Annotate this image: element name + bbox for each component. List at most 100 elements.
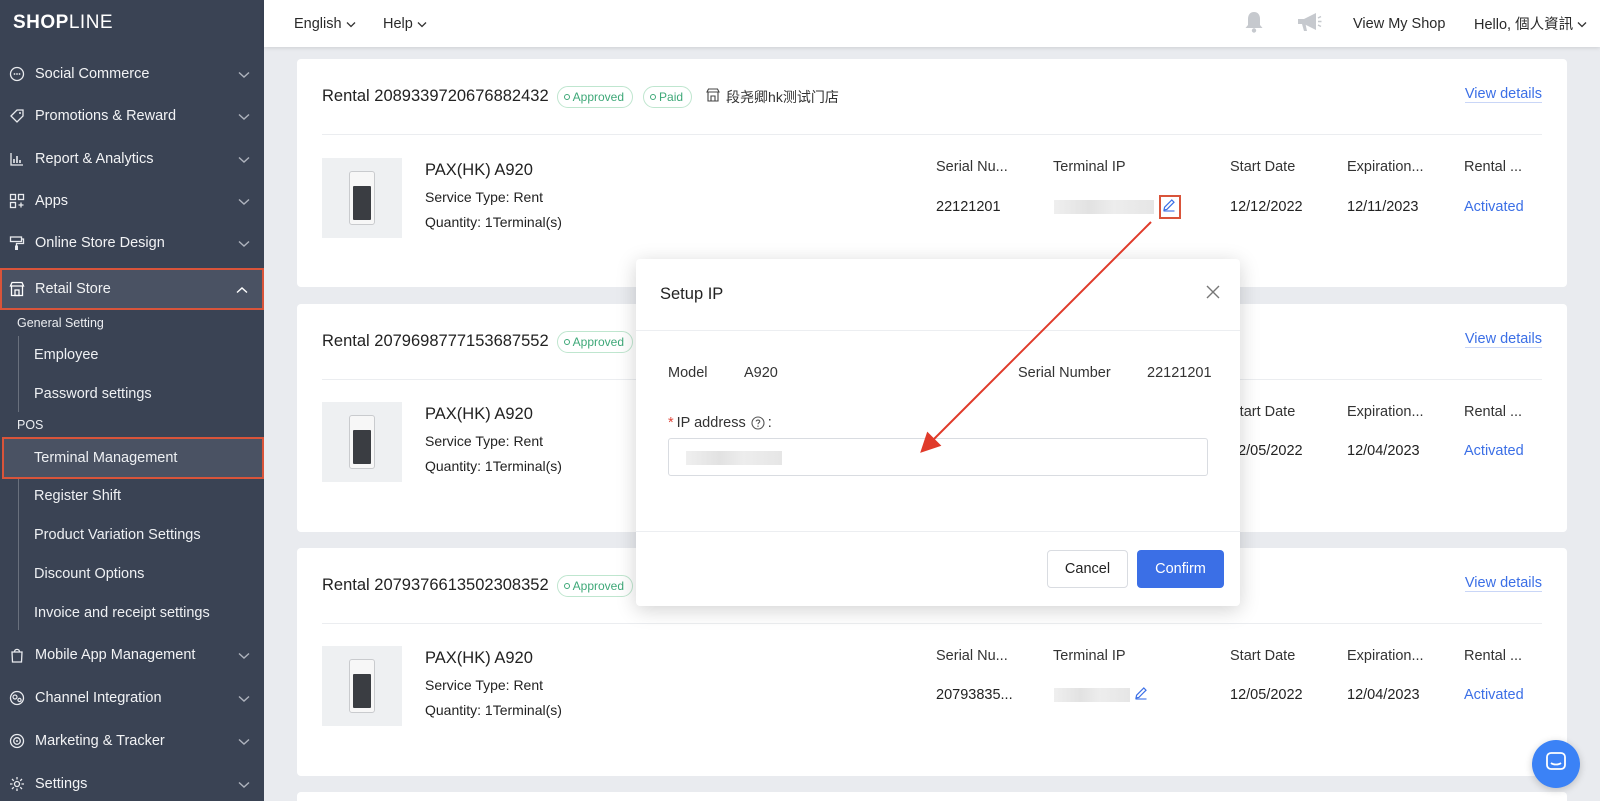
status-badge-approved: Approved [556,330,634,353]
sidebar-subitem-invoice-receipt[interactable]: Invoice and receipt settings [18,594,264,632]
logo-text-bold: SHOP [13,12,69,33]
sidebar-item-retail-store[interactable]: Retail Store [0,268,264,310]
product-info: PAX(HK) A920 Service Type: Rent Quantity… [425,405,562,483]
sidebar-item-apps[interactable]: Apps [0,180,264,222]
sidebar-subitem-password-settings[interactable]: Password settings [18,375,264,413]
column-header-serial: Serial Nu... [936,159,1008,175]
megaphone-icon [1296,11,1322,37]
chevron-down-icon [346,16,356,32]
column-header-expiration: Expiration... [1347,159,1424,175]
column-header-start-date: Start Date [1230,648,1296,664]
chevron-down-icon [238,691,250,707]
rental-card-header: Rental 2089339720676882432 Approved Paid… [322,59,1542,135]
view-details-link[interactable]: View details [1464,86,1542,103]
product-name: PAX(HK) A920 [425,405,533,423]
column-header-terminal-ip: Terminal IP [1053,648,1126,664]
column-header-expiration: Expiration... [1347,404,1424,420]
rental-status-value: Activated [1464,199,1524,215]
model-label: Model [668,365,708,381]
bell-icon [1242,10,1266,38]
sidebar-item-channel-integration[interactable]: Channel Integration [0,677,264,719]
rental-title: Rental 2089339720676882432 [322,87,549,105]
chat-icon [1545,751,1567,778]
user-menu-dropdown[interactable]: Hello, 個人資訊 [1474,13,1587,34]
sidebar-item-settings[interactable]: Settings [0,763,264,801]
required-asterisk: * [668,415,674,431]
product-image [322,402,402,482]
sidebar-subitem-discount-options[interactable]: Discount Options [18,555,264,593]
badge-label: Approved [572,578,625,593]
column-header-rental-status: Rental ... [1464,159,1523,175]
close-icon[interactable] [1206,285,1220,304]
sidebar-item-marketing-tracker[interactable]: Marketing & Tracker [0,720,264,762]
sidebar-subitem-register-shift[interactable]: Register Shift [18,477,264,515]
view-details-link[interactable]: View details [1464,575,1542,592]
chevron-down-icon [238,734,250,750]
serial-number-value: 22121201 [1147,365,1212,381]
badge-label: Approved [572,89,625,104]
sidebar-subitem-terminal-management[interactable]: Terminal Management [2,437,264,479]
cancel-button[interactable]: Cancel [1047,550,1128,588]
bar-chart-icon [8,150,26,168]
help-dropdown[interactable]: Help [383,16,427,32]
product-info: PAX(HK) A920 Service Type: Rent Quantity… [425,161,562,239]
chevron-down-icon [238,152,250,168]
top-bar: English Help View My Shop Hello, 個人資訊 [264,0,1600,47]
terminal-ip-masked [1054,200,1154,214]
mobile-bag-icon [8,646,26,664]
ip-address-input[interactable] [668,438,1208,476]
product-image [322,646,402,726]
product-info: PAX(HK) A920 Service Type: Rent Quantity… [425,649,562,727]
sidebar-item-report-analytics[interactable]: Report & Analytics [0,138,264,180]
help-circle-icon[interactable] [751,416,765,430]
view-my-shop-link[interactable]: View My Shop [1353,16,1445,32]
sidebar-item-online-store-design[interactable]: Online Store Design [0,222,264,264]
sidebar-item-label: Promotions & Reward [35,108,177,124]
chevron-down-icon [238,67,250,83]
serial-number-value: 20793835... [936,687,1013,703]
language-label: English [294,15,342,32]
terminal-ip-masked [1054,688,1130,702]
serial-number-label: Serial Number [1018,365,1111,381]
language-dropdown[interactable]: English [294,16,356,32]
sidebar-item-mobile-app[interactable]: Mobile App Management [0,634,264,676]
dialog-body: Model A920 Serial Number 22121201 * IP a… [636,331,1240,531]
globe-icon [8,689,26,707]
sidebar-item-label: Online Store Design [35,235,165,251]
chevron-down-icon [417,16,427,32]
confirm-button[interactable]: Confirm [1137,550,1224,588]
sidebar-item-promotions[interactable]: Promotions & Reward [0,95,264,137]
sidebar-subitem-product-variation[interactable]: Product Variation Settings [18,516,264,554]
rental-status-value: Activated [1464,687,1524,703]
sidebar-item-label: Channel Integration [35,690,162,706]
edit-pencil-icon[interactable] [1134,686,1148,705]
column-header-serial: Serial Nu... [936,648,1008,664]
chevron-down-icon [1577,16,1587,32]
sidebar: SHOP LINE Social Commerce Promotions & Re… [0,0,264,801]
rental-status-value: Activated [1464,443,1524,459]
sidebar-item-label: Marketing & Tracker [35,733,165,749]
chat-support-button[interactable] [1532,740,1580,788]
gear-icon [8,775,26,793]
sidebar-item-social-commerce[interactable]: Social Commerce [0,53,264,95]
announcements-button[interactable] [1296,11,1322,37]
rental-card-partial [297,792,1567,801]
sidebar-subitem-employee[interactable]: Employee [18,336,264,374]
quantity: Quantity: 1Terminal(s) [425,458,562,474]
sidebar-item-label: Apps [35,193,69,209]
column-header-expiration: Expiration... [1347,648,1424,664]
dialog-footer: Cancel Confirm [636,531,1240,606]
sidebar-item-label: Retail Store [35,281,111,297]
product-image [322,158,402,238]
ip-label-colon: : [767,415,772,431]
group-label-pos: POS [17,418,44,432]
shopline-logo[interactable]: SHOP LINE [0,0,264,46]
terminal-device-image [349,659,375,713]
view-details-link[interactable]: View details [1464,331,1542,348]
logo-text-thin: LINE [68,12,114,33]
status-badge-paid: Paid [643,85,693,108]
expiration-date-value: 12/04/2023 [1347,687,1420,703]
quantity: Quantity: 1Terminal(s) [425,702,562,718]
edit-ip-highlight-box [1159,195,1181,219]
notification-bell-button[interactable] [1242,10,1266,38]
